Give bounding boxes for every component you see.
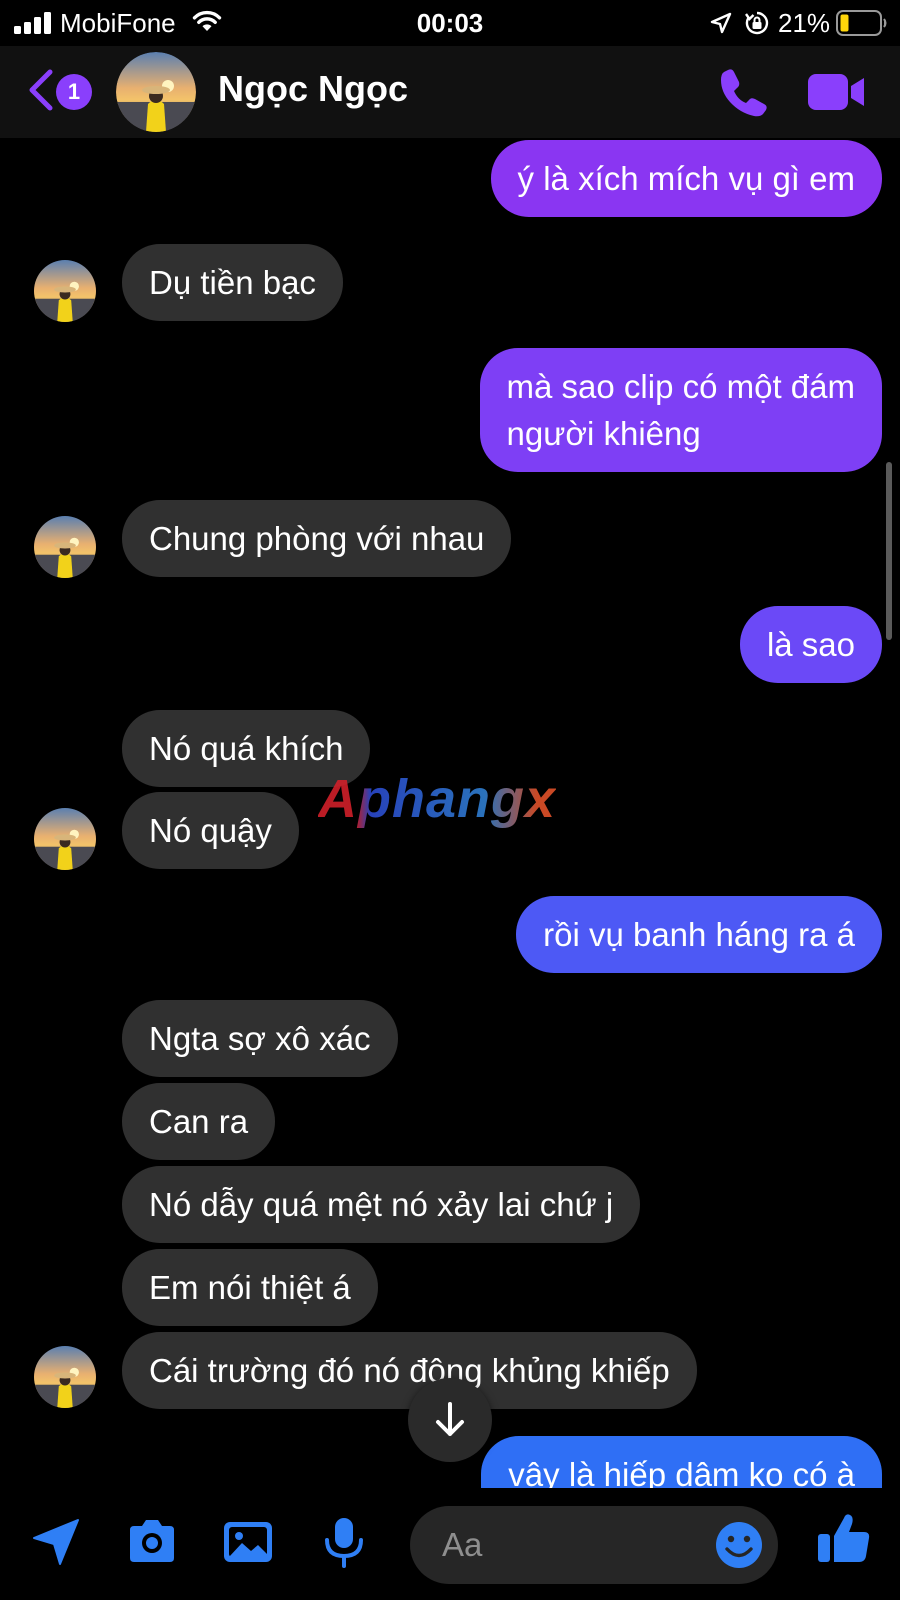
message-bubble-outgoing[interactable]: rồi vụ banh háng ra á xyxy=(516,896,882,973)
unread-count-badge: 1 xyxy=(56,74,92,110)
emoji-icon[interactable] xyxy=(714,1520,764,1570)
sender-avatar[interactable] xyxy=(34,1346,96,1408)
rotation-lock-icon xyxy=(745,11,769,35)
scroll-to-bottom-button[interactable] xyxy=(408,1378,492,1462)
message-bubble-incoming[interactable]: Nó dẫy quá mệt nó xảy lai chứ j xyxy=(122,1166,641,1243)
message-text: Nó quậy xyxy=(149,812,272,849)
video-call-icon[interactable] xyxy=(808,70,866,114)
back-button[interactable]: 1 xyxy=(24,66,104,118)
message-text: Nó quá khích xyxy=(149,730,344,767)
avatar-image xyxy=(34,516,96,578)
message-text: Dụ tiền bạc xyxy=(149,264,316,301)
message-text: rồi vụ banh háng ra á xyxy=(543,916,855,953)
phone-icon[interactable] xyxy=(718,66,770,118)
status-bar: MobiFone 00:03 21% xyxy=(0,0,900,46)
sender-avatar[interactable] xyxy=(34,808,96,870)
thumbs-up-icon[interactable] xyxy=(816,1510,872,1566)
scrollbar[interactable] xyxy=(886,462,892,640)
sender-avatar[interactable] xyxy=(34,516,96,578)
message-bubble-incoming[interactable]: Chung phòng với nhau xyxy=(122,500,512,577)
message-text: Ngta sợ xô xác xyxy=(149,1020,371,1057)
message-text: vậy là hiếp dâm ko có à xyxy=(508,1456,855,1488)
sender-avatar[interactable] xyxy=(34,260,96,322)
message-text: Em nói thiệt á xyxy=(149,1269,351,1306)
chevron-left-icon xyxy=(29,69,53,111)
message-bubble-outgoing[interactable]: vậy là hiếp dâm ko có à xyxy=(481,1436,882,1488)
message-bubble-incoming[interactable]: Nó quậy xyxy=(122,792,299,869)
message-text: ý là xích mích vụ gì em xyxy=(517,160,855,197)
message-bubble-incoming[interactable]: Cái trường đó nó động khủng khiếp xyxy=(122,1332,697,1409)
avatar-image xyxy=(34,1346,96,1408)
message-bubble-outgoing[interactable]: ý là xích mích vụ gì em xyxy=(490,140,882,217)
battery-percentage: 21% xyxy=(778,8,831,38)
battery-icon xyxy=(836,10,887,36)
message-input[interactable]: Aa xyxy=(410,1506,778,1584)
chat-header: 1 Ngọc Ngọc xyxy=(0,46,900,138)
message-bubble-outgoing[interactable]: là sao xyxy=(739,606,882,683)
message-bubble-outgoing[interactable]: mà sao clip có một đám người khiêng xyxy=(479,348,882,472)
message-text-line: người khiêng xyxy=(506,415,701,452)
camera-icon[interactable] xyxy=(124,1514,180,1570)
message-text-line: mà sao clip có một đám xyxy=(506,368,855,405)
message-text: Nó dẫy quá mệt nó xảy lai chứ j xyxy=(149,1186,614,1223)
message-bubble-incoming[interactable]: Can ra xyxy=(122,1083,276,1160)
contact-name[interactable]: Ngọc Ngọc xyxy=(218,68,408,110)
gallery-icon[interactable] xyxy=(220,1514,276,1570)
message-text: Chung phòng với nhau xyxy=(149,520,485,557)
send-location-icon[interactable] xyxy=(28,1514,84,1570)
location-arrow-icon xyxy=(710,12,732,34)
message-composer: Aa xyxy=(0,1488,900,1600)
avatar-image xyxy=(34,260,96,322)
watermark-logo: Aphangx xyxy=(318,769,557,829)
microphone-icon[interactable] xyxy=(316,1514,372,1570)
message-input-placeholder: Aa xyxy=(442,1526,483,1563)
message-text: Can ra xyxy=(149,1103,249,1140)
avatar-image xyxy=(34,808,96,870)
message-bubble-incoming[interactable]: Em nói thiệt á xyxy=(122,1249,378,1326)
message-text: Cái trường đó nó động khủng khiếp xyxy=(149,1352,670,1389)
message-text: là sao xyxy=(766,626,855,663)
contact-avatar[interactable] xyxy=(116,52,196,132)
message-bubble-incoming[interactable]: Ngta sợ xô xác xyxy=(122,1000,398,1077)
arrow-down-icon xyxy=(436,1402,464,1436)
message-bubble-incoming[interactable]: Dụ tiền bạc xyxy=(122,244,343,321)
